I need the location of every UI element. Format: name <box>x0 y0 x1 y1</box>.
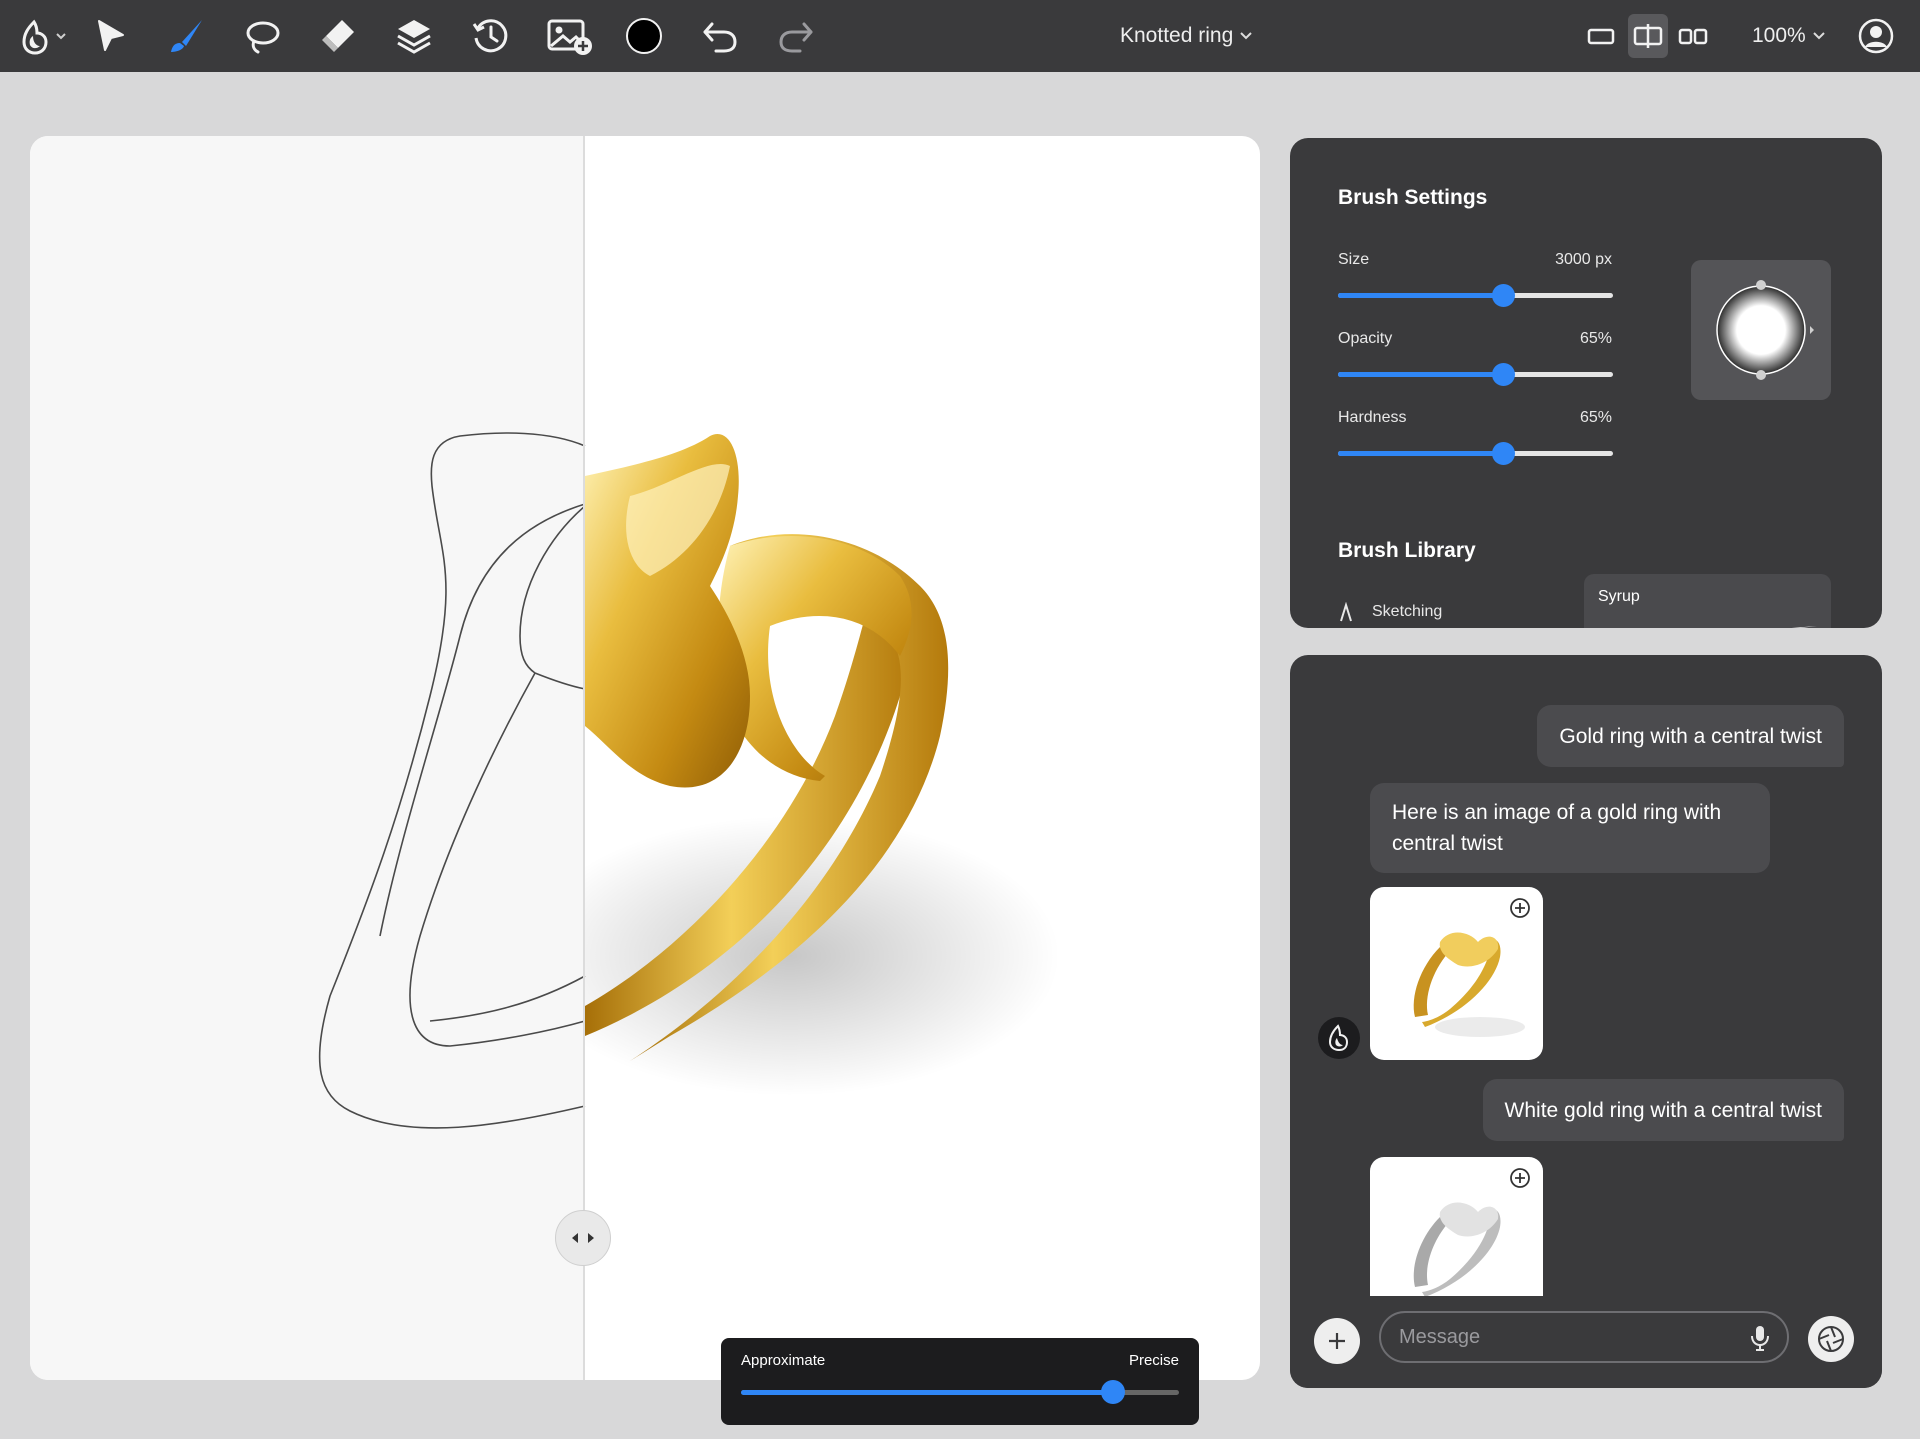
generate-settings-button[interactable] <box>1808 1316 1854 1362</box>
size-value: 3000 px <box>1555 251 1612 268</box>
drag-arrows-icon <box>572 1233 594 1243</box>
eraser-icon <box>322 20 354 52</box>
hardness-value: 65% <box>1579 409 1612 426</box>
chat-message-assistant: Here is an image of a gold ring with cen… <box>1370 783 1770 873</box>
eraser-tool-button[interactable] <box>316 14 360 58</box>
document-title-menu[interactable]: Knotted ring <box>1120 18 1253 54</box>
top-toolbar: Knotted ring 100% <box>0 0 1920 72</box>
brush-category-label: Sketching <box>1372 603 1443 620</box>
redo-icon <box>779 22 813 53</box>
brush-settings-title: Brush Settings <box>1338 186 1488 209</box>
opacity-slider[interactable] <box>1338 363 1613 386</box>
precision-slider[interactable] <box>741 1380 1179 1404</box>
chevron-down-icon <box>1813 32 1825 40</box>
pointer-arrow-icon <box>98 20 124 51</box>
lasso-tool-button[interactable] <box>240 14 284 58</box>
split-handle[interactable] <box>555 1210 611 1266</box>
ring-sketch-outline <box>318 432 586 1129</box>
brush-name: Syrup <box>1598 588 1640 605</box>
layers-icon <box>397 20 431 54</box>
side-by-side-view-icon <box>1678 28 1708 45</box>
select-tool-button[interactable] <box>88 14 132 58</box>
attach-button[interactable] <box>1314 1318 1360 1364</box>
history-button[interactable] <box>468 14 512 58</box>
side-by-side-view-button[interactable] <box>1676 14 1710 58</box>
assistant-avatar <box>1318 1017 1360 1059</box>
split-divider[interactable] <box>583 136 585 1380</box>
color-picker-button[interactable] <box>622 14 666 58</box>
size-slider[interactable] <box>1338 284 1613 307</box>
brush-category-sketching[interactable]: Sketching <box>1338 602 1442 622</box>
chat-message-user: White gold ring with a central twist <box>1482 1079 1844 1141</box>
app-logo-icon <box>22 19 66 55</box>
size-slider-fill <box>1338 293 1503 298</box>
brush-tool-button[interactable] <box>164 14 208 58</box>
add-to-canvas-icon[interactable] <box>1509 1167 1531 1189</box>
add-to-canvas-icon[interactable] <box>1509 897 1531 919</box>
brush-settings-panel: Brush Settings Size 3000 px Opacity 65% … <box>1290 138 1882 628</box>
color-swatch-icon <box>626 18 662 54</box>
ring-render <box>585 434 1060 1096</box>
layers-button[interactable] <box>392 14 436 58</box>
zoom-menu[interactable]: 100% <box>1752 18 1826 54</box>
precise-label: Precise <box>1128 1352 1179 1369</box>
split-view-button[interactable] <box>1628 14 1668 58</box>
chat-composer <box>1290 1296 1882 1388</box>
opacity-label: Opacity <box>1338 330 1393 347</box>
ring-artwork <box>318 432 1060 1129</box>
history-clock-icon <box>472 19 508 53</box>
single-view-button[interactable] <box>1584 14 1618 58</box>
chat-message-user: Gold ring with a central twist <box>1537 705 1844 767</box>
single-view-icon <box>1587 28 1615 45</box>
message-input[interactable] <box>1379 1311 1789 1363</box>
pencil-nib-icon <box>1340 602 1352 622</box>
microphone-icon[interactable] <box>1750 1324 1770 1352</box>
hardness-slider[interactable] <box>1338 442 1613 465</box>
app-menu-button[interactable] <box>14 14 72 58</box>
brush-stroke-preview <box>1791 626 1817 628</box>
hardness-slider-knob[interactable] <box>1492 442 1515 465</box>
size-slider-knob[interactable] <box>1492 284 1515 307</box>
precision-slider-fill <box>741 1390 1114 1395</box>
hardness-label: Hardness <box>1338 409 1407 426</box>
opacity-slider-fill <box>1338 372 1503 377</box>
opacity-slider-knob[interactable] <box>1492 363 1515 386</box>
document-title: Knotted ring <box>1120 24 1234 47</box>
chat-panel: Gold ring with a central twist Here is a… <box>1290 655 1882 1388</box>
brush-tip-preview-icon <box>1716 280 1814 380</box>
split-view-icon <box>1633 24 1663 48</box>
opacity-value: 65% <box>1579 330 1612 347</box>
lasso-icon <box>246 21 280 54</box>
zoom-level: 100% <box>1752 24 1806 47</box>
plus-icon <box>1329 1333 1345 1349</box>
precision-slider-knob[interactable] <box>1101 1380 1126 1404</box>
aperture-icon <box>1818 1326 1844 1352</box>
redo-button[interactable] <box>774 14 818 58</box>
drawing-canvas[interactable] <box>30 136 1260 1380</box>
brush-preview[interactable] <box>1691 260 1831 400</box>
app-logo-icon <box>1328 1024 1349 1052</box>
brush-library-title: Brush Library <box>1338 539 1476 562</box>
undo-icon <box>703 22 737 53</box>
chevron-down-icon <box>1240 32 1252 40</box>
size-label: Size <box>1338 251 1370 268</box>
add-image-button[interactable] <box>544 14 596 58</box>
brush-syrup[interactable]: Syrup <box>1584 574 1831 628</box>
precision-control: Approximate Precise <box>721 1338 1199 1425</box>
generated-image-gold[interactable] <box>1370 887 1543 1060</box>
account-button[interactable] <box>1854 14 1898 58</box>
add-image-icon <box>547 19 592 55</box>
user-avatar-icon <box>1858 18 1894 54</box>
undo-button[interactable] <box>698 14 742 58</box>
approximate-label: Approximate <box>741 1352 826 1369</box>
paintbrush-icon <box>171 20 202 52</box>
hardness-slider-fill <box>1338 451 1503 456</box>
